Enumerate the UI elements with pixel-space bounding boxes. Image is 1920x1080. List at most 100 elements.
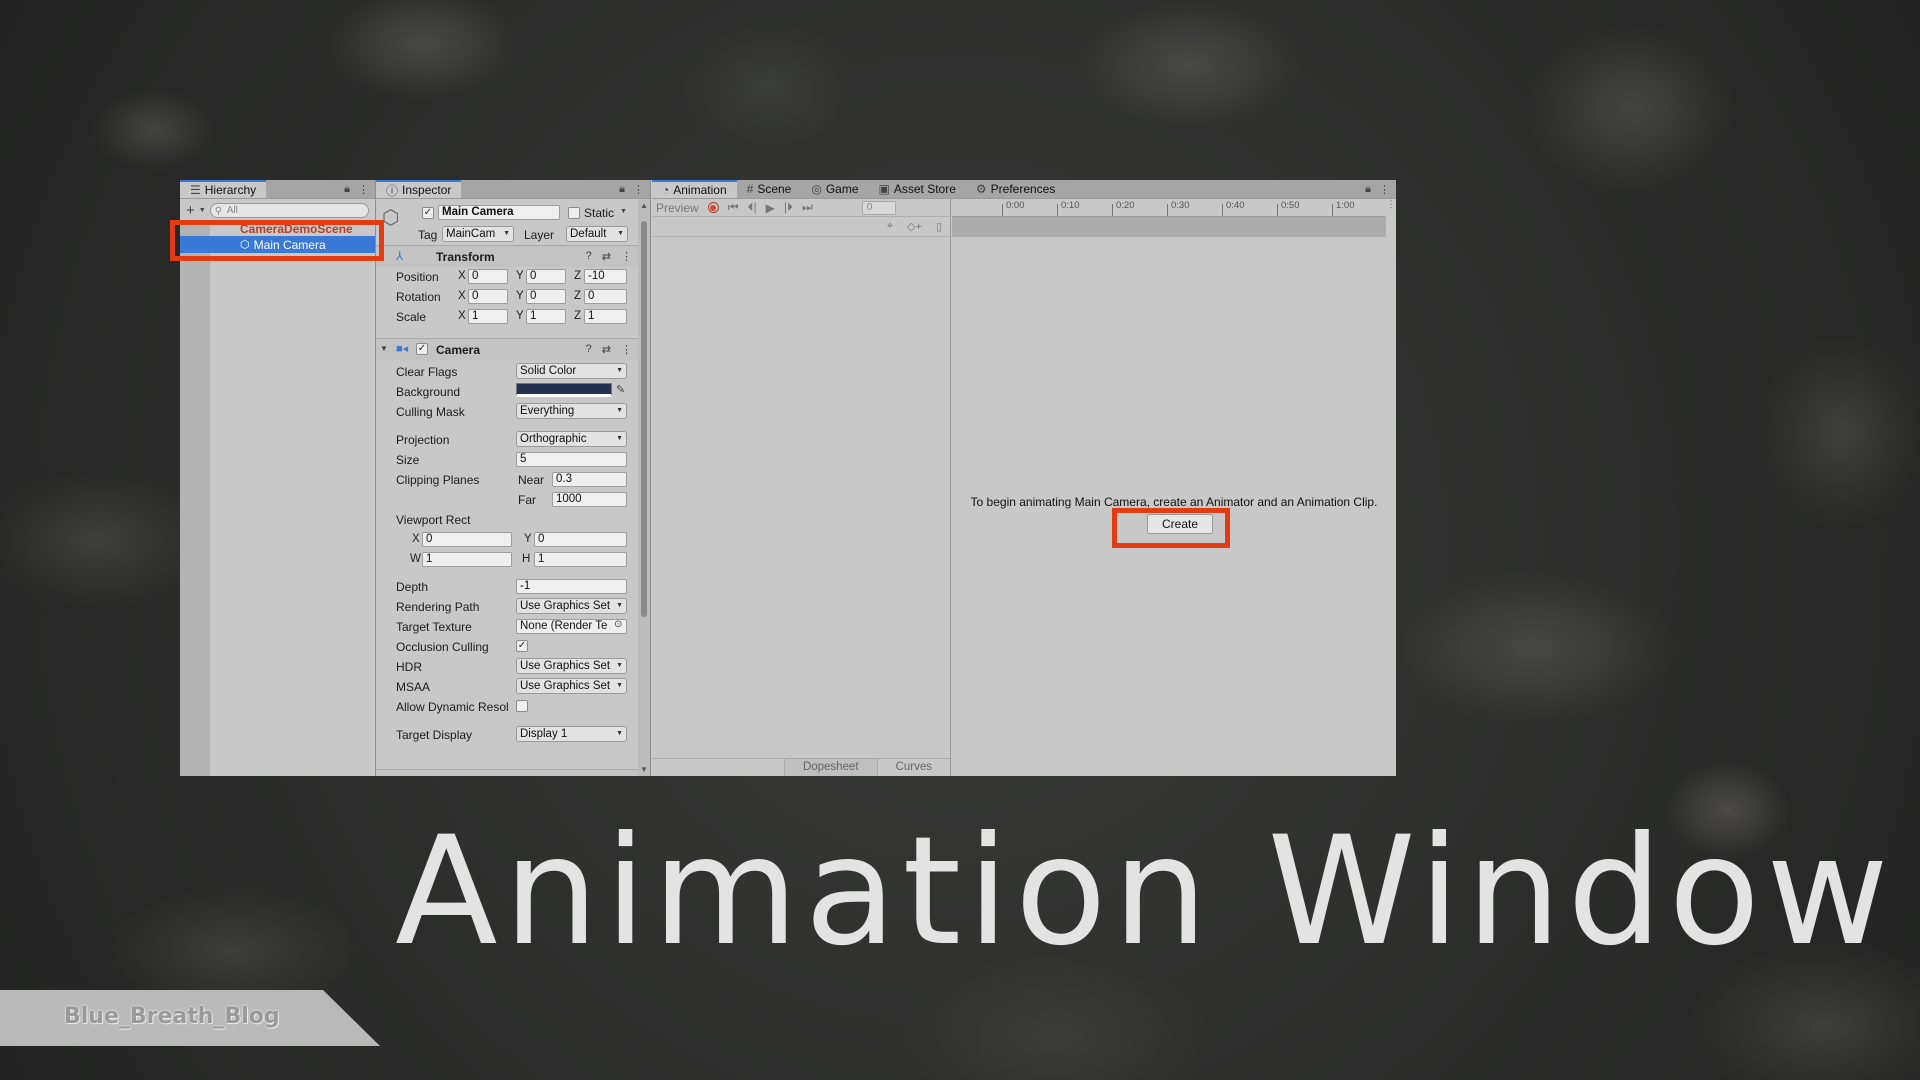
clear-flags-label: Clear Flags	[396, 365, 458, 379]
tab-game[interactable]: ◎ Game	[801, 180, 868, 198]
projection-dropdown[interactable]: Orthographic	[516, 431, 627, 447]
viewport-w-field[interactable]: 1	[422, 552, 512, 567]
inspector-panel: ⓘ Inspector 🔒︎ ⋮ ⬡ ✓ Main Camera Static …	[376, 180, 651, 776]
layer-dropdown[interactable]: Default	[566, 226, 628, 242]
layer-label: Layer	[524, 228, 555, 242]
chevron-down-icon[interactable]: ▼	[620, 208, 627, 215]
scroll-down-icon[interactable]: ▼	[638, 765, 650, 774]
background-label: Background	[396, 385, 461, 399]
hdr-dropdown[interactable]: Use Graphics Set	[516, 658, 627, 674]
allow-dynamic-resolution-checkbox[interactable]	[516, 700, 528, 712]
target-display-dropdown[interactable]: Display 1	[516, 726, 627, 742]
foldout-arrow-icon[interactable]: ▼	[380, 344, 388, 353]
size-label: Size	[396, 453, 420, 467]
ruler-tick	[1332, 204, 1333, 216]
clear-flags-dropdown[interactable]: Solid Color	[516, 363, 627, 379]
tab-hierarchy[interactable]: ☰ Hierarchy	[180, 180, 267, 198]
object-name-field[interactable]: Main Camera	[438, 205, 560, 220]
target-texture-label: Target Texture	[396, 620, 472, 634]
position-y-field[interactable]: 0	[526, 269, 566, 284]
tab-asset-store[interactable]: ▣ Asset Store	[869, 180, 966, 198]
timeline-menu-icon[interactable]: ⋮	[1386, 199, 1396, 217]
depth-field[interactable]: -1	[516, 579, 627, 594]
animation-properties-pane: Preview ⏮ ⏴︎| ▶ |⏵︎ ⏭ 0 ⌖ ◇+ ▯ Dopesheet…	[652, 199, 951, 776]
object-picker-icon[interactable]: ⊙	[614, 619, 622, 630]
next-component-header[interactable]	[376, 769, 638, 776]
kebab-menu-icon[interactable]: ⋮	[358, 183, 369, 196]
preset-icon[interactable]: ⇄	[602, 343, 611, 356]
occlusion-culling-checkbox[interactable]: ✓	[516, 640, 528, 652]
lock-icon[interactable]: 🔒︎	[1365, 183, 1371, 196]
grid-icon: #	[746, 182, 754, 196]
hierarchy-search-input[interactable]: ⚲ All	[209, 202, 369, 218]
object-active-checkbox[interactable]: ✓	[422, 207, 434, 219]
tab-animation[interactable]: ◔ Animation	[652, 180, 737, 198]
scroll-up-icon[interactable]: ▲	[638, 201, 650, 210]
timeline-ruler[interactable]: 0:00 0:10 0:20 0:30 0:40 0:50 1:00	[952, 199, 1386, 217]
scale-z-field[interactable]: 1	[584, 309, 627, 324]
ruler-tick	[1277, 204, 1278, 216]
target-texture-field[interactable]: None (Render Te	[516, 619, 627, 634]
viewport-h-field[interactable]: 1	[534, 552, 627, 567]
highlight-create-button	[1112, 508, 1230, 548]
tab-preferences[interactable]: ⚙ Preferences	[966, 180, 1065, 198]
static-label[interactable]: Static	[584, 206, 614, 220]
static-checkbox[interactable]	[568, 207, 580, 219]
chevron-down-icon[interactable]: ▼	[199, 207, 206, 214]
culling-mask-dropdown[interactable]: Everything	[516, 403, 627, 419]
tab-scene[interactable]: # Scene	[737, 180, 802, 198]
position-z-field[interactable]: -10	[584, 269, 627, 284]
kebab-menu-icon[interactable]: ⋮	[1379, 183, 1390, 196]
gear-icon: ⚙	[975, 182, 987, 196]
transform-header[interactable]: ⅄ Transform ? ⇄ ⋮	[376, 245, 638, 267]
lock-icon[interactable]: 🔒︎	[619, 183, 625, 196]
play-icon[interactable]: ▶	[766, 201, 775, 215]
preview-toggle[interactable]: Preview	[656, 201, 699, 215]
rotation-y-field[interactable]: 0	[526, 289, 566, 304]
lock-icon[interactable]: 🔒︎	[344, 183, 350, 196]
help-icon[interactable]: ?	[586, 343, 592, 356]
position-x-field[interactable]: 0	[468, 269, 508, 284]
add-keyframe-icon[interactable]: ◇+	[907, 220, 922, 233]
viewport-x-field[interactable]: 0	[422, 532, 512, 547]
msaa-dropdown[interactable]: Use Graphics Set	[516, 678, 627, 694]
help-icon[interactable]: ?	[586, 250, 592, 263]
record-icon[interactable]	[707, 202, 719, 213]
previous-keyframe-icon[interactable]: ⏴︎|	[748, 200, 757, 215]
scrollbar-thumb[interactable]	[641, 221, 647, 617]
rotation-z-field[interactable]: 0	[584, 289, 627, 304]
preset-icon[interactable]: ⇄	[602, 250, 611, 263]
ruler-label: 0:30	[1171, 200, 1190, 211]
inspector-scrollbar[interactable]: ▲ ▼	[638, 199, 650, 776]
search-placeholder: All	[226, 204, 238, 216]
last-keyframe-icon[interactable]: ⏭	[802, 200, 813, 215]
tag-dropdown[interactable]: MainCam	[442, 226, 514, 242]
timeline-event-band[interactable]	[952, 217, 1386, 237]
scale-x-field[interactable]: 1	[468, 309, 508, 324]
near-field[interactable]: 0.3	[552, 472, 627, 487]
ruler-label: 0:10	[1061, 200, 1080, 211]
add-icon[interactable]: +	[186, 202, 195, 219]
scale-y-field[interactable]: 1	[526, 309, 566, 324]
eyedropper-icon[interactable]: ✎	[616, 383, 625, 396]
kebab-menu-icon[interactable]: ⋮	[621, 250, 632, 263]
filter-keyframes-icon[interactable]: ⌖	[887, 220, 893, 233]
frame-field[interactable]: 0	[861, 200, 896, 215]
camera-header[interactable]: ▼ ■◂ ✓ Camera ? ⇄ ⋮	[376, 338, 638, 360]
kebab-menu-icon[interactable]: ⋮	[633, 183, 644, 196]
add-event-icon[interactable]: ▯	[936, 220, 942, 233]
tab-dopesheet[interactable]: Dopesheet	[783, 759, 878, 776]
camera-enabled-checkbox[interactable]: ✓	[416, 343, 428, 355]
size-field[interactable]: 5	[516, 452, 627, 467]
first-keyframe-icon[interactable]: ⏮	[728, 200, 739, 215]
rendering-path-dropdown[interactable]: Use Graphics Set	[516, 598, 627, 614]
far-field[interactable]: 1000	[552, 492, 627, 507]
tab-curves[interactable]: Curves	[878, 759, 950, 776]
tab-preferences-label: Preferences	[990, 182, 1056, 196]
kebab-menu-icon[interactable]: ⋮	[621, 343, 632, 356]
rotation-x-field[interactable]: 0	[468, 289, 508, 304]
next-keyframe-icon[interactable]: |⏵︎	[784, 200, 793, 215]
background-color-field[interactable]	[516, 383, 612, 397]
tab-inspector[interactable]: ⓘ Inspector	[376, 180, 462, 198]
viewport-y-field[interactable]: 0	[534, 532, 627, 547]
